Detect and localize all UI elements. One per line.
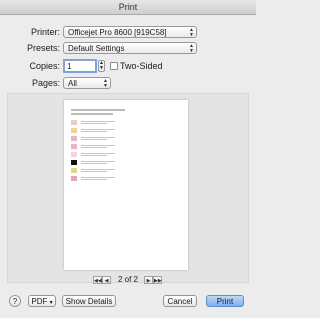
page-preview[interactable] (64, 100, 188, 270)
popup-arrows-icon: ▲ ▼ (189, 27, 194, 38)
preview-header-line (71, 109, 125, 111)
first-page-button[interactable]: ◀◀ (93, 276, 102, 284)
preview-text-line (81, 169, 115, 170)
two-sided-checkbox[interactable] (110, 62, 118, 70)
pdf-menu-button[interactable]: PDF ▾ (28, 295, 56, 307)
preview-text-line (81, 155, 107, 156)
printer-value: Officejet Pro 8600 [919C58] (68, 28, 167, 37)
print-dialog: Print Printer: Officejet Pro 8600 [919C5… (0, 0, 256, 318)
pages-label: Pages: (31, 78, 60, 88)
color-swatch (71, 152, 77, 157)
printer-label: Printer: (30, 27, 60, 37)
last-page-button[interactable]: ▶▶ (153, 276, 162, 284)
preview-text-line (81, 171, 107, 172)
show-details-button[interactable]: Show Details (62, 295, 116, 307)
preview-text-line (81, 153, 115, 154)
preview-text-line (81, 145, 115, 146)
pages-popup[interactable]: All ▲ ▼ (63, 77, 111, 89)
copies-label: Copies: (29, 61, 60, 71)
copies-stepper[interactable]: ▲ ▼ (98, 60, 105, 72)
preview-text-line (81, 129, 115, 130)
page-indicator: 2 of 2 (117, 275, 138, 284)
preview-text-line (81, 137, 115, 138)
printer-popup[interactable]: Officejet Pro 8600 [919C58] ▲ ▼ (63, 26, 197, 38)
color-swatch (71, 136, 77, 141)
color-swatch (71, 144, 77, 149)
print-button[interactable]: Print (206, 295, 244, 307)
help-button[interactable]: ? (9, 295, 21, 307)
color-swatch (71, 160, 77, 165)
preview-text-line (81, 177, 115, 178)
preview-text-line (81, 123, 107, 124)
cancel-button[interactable]: Cancel (163, 295, 197, 307)
color-swatch (71, 120, 77, 125)
color-swatch (71, 128, 77, 133)
preview-text-line (81, 139, 107, 140)
previous-page-button[interactable]: ◀ (102, 276, 111, 284)
window-title: Print (0, 0, 256, 15)
next-page-button[interactable]: ▶ (144, 276, 153, 284)
preview-text-line (81, 147, 107, 148)
preview-text-line (81, 163, 107, 164)
presets-value: Default Settings (68, 44, 125, 53)
two-sided-label: Two-Sided (120, 61, 163, 71)
color-swatch (71, 168, 77, 173)
preview-text-line (81, 179, 107, 180)
copies-field[interactable]: 1 (64, 60, 96, 72)
chevron-down-icon: ▾ (49, 300, 53, 306)
presets-label: Presets: (26, 43, 60, 53)
color-swatch (71, 176, 77, 181)
presets-popup[interactable]: Default Settings ▲ ▼ (63, 42, 197, 54)
preview-text-line (81, 161, 115, 162)
popup-arrows-icon: ▲ ▼ (103, 78, 108, 89)
pdf-label: PDF (31, 297, 48, 306)
preview-text-line (81, 131, 107, 132)
popup-arrows-icon: ▲ ▼ (189, 43, 194, 54)
preview-header-line (71, 113, 113, 115)
preview-text-line (81, 121, 115, 122)
